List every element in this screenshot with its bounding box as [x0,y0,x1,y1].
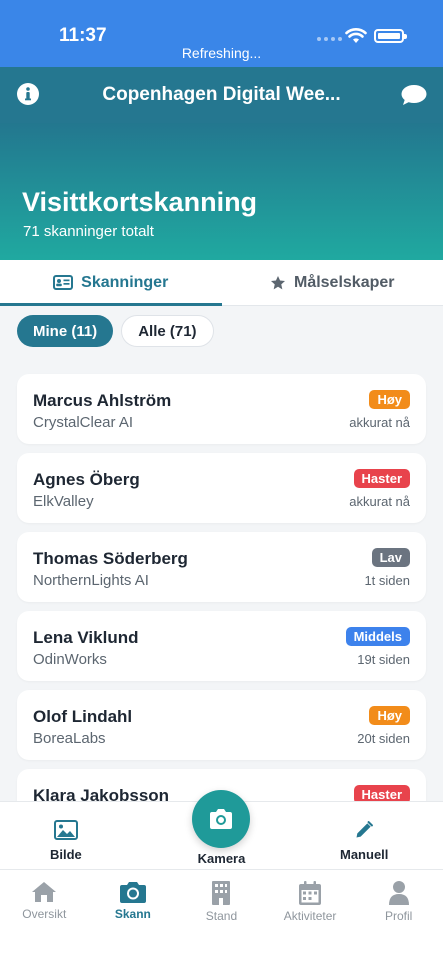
tab-label: Profil [385,909,413,923]
camera-label: Kamera [197,851,246,866]
camera-capture-button[interactable] [192,790,250,848]
image-icon [53,820,78,840]
home-icon [32,882,57,902]
status-bar: 11:37 Refreshing... [0,0,443,67]
contact-company: NorthernLights AI [33,572,149,589]
priority-badge: Lav [371,548,410,567]
page-title: Visittkortskanning [22,187,258,217]
scan-card[interactable]: Marcus Ahlström CrystalClear AI Høy akku… [17,374,426,444]
contact-company: ElkValley [33,493,94,510]
tab-label: Målselskaper [293,273,395,291]
signal-dots-icon [317,37,342,41]
contact-name: Agnes Öberg [33,470,140,489]
contact-company: OdinWorks [33,651,107,668]
hero-header: Visittkortskanning 71 skanninger totalt [0,123,443,260]
tab-skanninger[interactable]: Skanninger [0,260,222,306]
priority-badge: Haster [353,469,410,488]
battery-icon [374,29,407,43]
event-title: Copenhagen Digital Wee... [102,84,341,105]
camera-icon [119,882,146,903]
scan-card[interactable]: Lena Viklund OdinWorks Middels 19t siden [17,611,426,681]
filter-alle[interactable]: Alle (71) [121,315,214,347]
nav-bar: Copenhagen Digital Wee... [0,67,443,123]
calendar-icon [299,881,322,905]
scan-time: akkurat nå [349,415,410,430]
scan-time: 20t siden [357,731,410,746]
segment-tabs: Skanninger Målselskaper [0,260,443,306]
refresh-indicator: Refreshing... [181,45,262,61]
scan-list: Marcus Ahlström CrystalClear AI Høy akku… [17,374,426,848]
priority-badge: Høy [369,706,410,725]
priority-badge: Middels [345,627,410,646]
bottom-tab-bar: Oversikt Skann Stand Aktiviteter Profil [0,869,443,960]
person-icon [388,881,409,905]
wifi-icon [345,28,367,43]
contact-name: Marcus Ahlström [33,391,172,410]
tab-stand[interactable]: Stand [177,870,266,960]
pencil-icon [356,821,374,838]
info-icon[interactable] [17,83,39,105]
scan-card[interactable]: Olof Lindahl BoreaLabs Høy 20t siden [17,690,426,760]
contact-name: Thomas Söderberg [33,549,188,568]
star-icon [270,275,285,289]
tab-label: Aktiviteter [283,909,337,923]
tab-label: Oversikt [22,907,67,921]
contact-company: CrystalClear AI [33,414,134,431]
tab-label: Skanninger [81,273,169,291]
scan-card[interactable]: Thomas Söderberg NorthernLights AI Lav 1… [17,532,426,602]
scan-card[interactable]: Agnes Öberg ElkValley Haster akkurat nå [17,453,426,523]
tab-skann[interactable]: Skann [89,870,178,960]
contact-name: Lena Viklund [33,628,139,647]
contact-card-icon [53,275,74,290]
tab-malselskaper[interactable]: Målselskaper [222,260,443,305]
building-icon [212,881,231,905]
scan-time: akkurat nå [349,494,410,509]
filter-chips: Mine (11) Alle (71) [17,315,214,347]
contact-company: BoreaLabs [33,730,106,747]
scan-total: 71 skanninger totalt [23,223,154,240]
camera-icon [210,809,232,829]
chat-bubble-icon[interactable] [401,84,427,106]
tab-label: Skann [114,907,151,921]
status-time: 11:37 [59,25,107,46]
tab-aktiviteter[interactable]: Aktiviteter [266,870,355,960]
scan-time: 1t siden [364,573,410,588]
contact-name: Olof Lindahl [33,707,133,726]
tab-oversikt[interactable]: Oversikt [0,870,89,960]
filter-mine[interactable]: Mine (11) [17,315,114,347]
tab-profil[interactable]: Profil [354,870,443,960]
priority-badge: Høy [369,390,410,409]
scan-time: 19t siden [357,652,410,667]
tab-label: Stand [205,909,238,923]
